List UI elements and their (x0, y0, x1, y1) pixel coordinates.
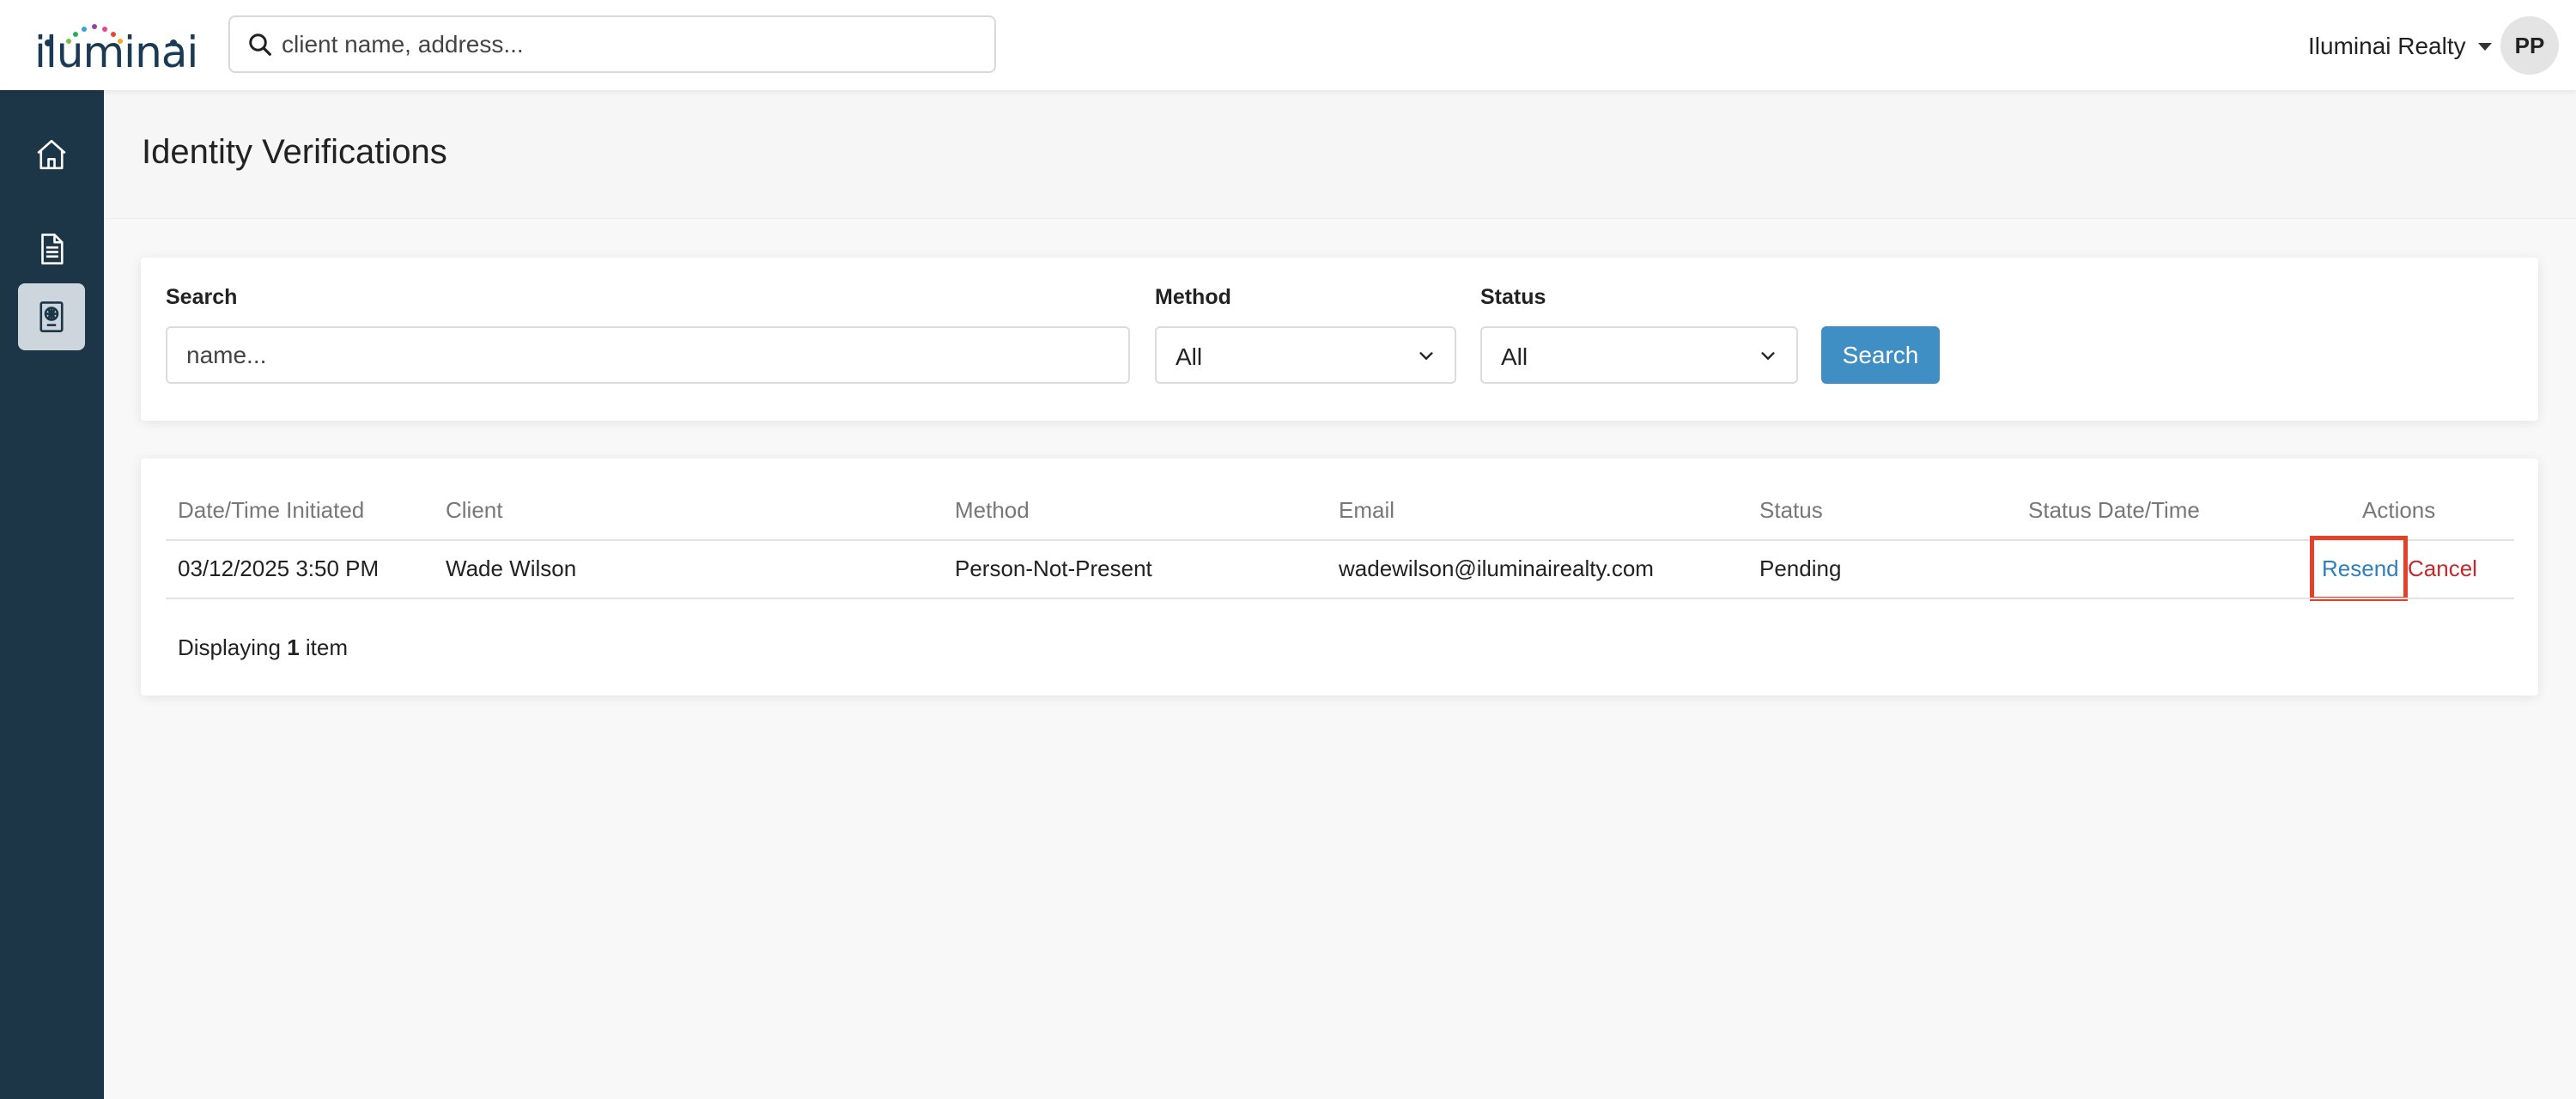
column-header-status[interactable]: Status (1759, 497, 1823, 524)
organization-name: Iluminai Realty (2308, 33, 2466, 59)
global-search-box[interactable] (228, 15, 996, 73)
cell-datetime-initiated: 03/12/2025 3:50 PM (178, 556, 380, 581)
search-icon (249, 33, 271, 56)
sidebar-item-identity-verifications[interactable] (18, 283, 85, 350)
organization-dropdown[interactable]: Iluminai Realty (2308, 29, 2492, 64)
resend-link[interactable]: Resend (2322, 556, 2399, 582)
column-header-datetime-initiated[interactable]: Date/Time Initiated (178, 497, 364, 524)
status-select[interactable]: All (1480, 326, 1798, 384)
column-header-actions: Actions (2362, 497, 2436, 523)
method-select[interactable]: All (1155, 326, 1456, 384)
sidebar (0, 90, 104, 1099)
logo-text: iluminai (34, 27, 198, 77)
item-count-suffix: item (305, 635, 349, 660)
search-label: Search (166, 285, 238, 309)
row-divider (166, 598, 2514, 599)
header-divider (166, 539, 2514, 541)
method-label: Method (1155, 285, 1231, 309)
status-label: Status (1480, 285, 1546, 309)
status-select-value: All (1501, 343, 1528, 370)
caret-down-icon (2477, 42, 2492, 51)
column-header-email[interactable]: Email (1339, 497, 1394, 524)
document-icon (41, 234, 64, 264)
search-button[interactable]: Search (1821, 326, 1940, 384)
method-select-value: All (1176, 343, 1203, 370)
cancel-link[interactable]: Cancel (2408, 556, 2477, 582)
iluminai-logo[interactable]: iluminai (34, 15, 198, 77)
item-count-number: 1 (287, 635, 300, 660)
cell-client: Wade Wilson (446, 556, 577, 581)
item-count-text: Displaying 1 item (178, 635, 348, 661)
filter-panel: Search Method All Status All Search (141, 258, 2538, 421)
sidebar-item-documents[interactable] (18, 216, 85, 282)
page-title: Identity Verifications (142, 133, 447, 171)
results-table: Date/Time Initiated Client Method Email … (141, 458, 2538, 695)
id-verification-icon (39, 301, 64, 332)
column-header-client[interactable]: Client (446, 497, 502, 524)
chevron-down-icon (1419, 352, 1433, 360)
name-search-input[interactable] (166, 326, 1130, 384)
sidebar-item-home[interactable] (18, 121, 85, 188)
home-icon (37, 139, 66, 170)
top-header: iluminai Iluminai Realty PP (0, 0, 2576, 90)
column-header-method[interactable]: Method (955, 497, 1030, 524)
column-header-status-datetime[interactable]: Status Date/Time (2028, 497, 2200, 524)
page-header: Identity Verifications (104, 90, 2576, 219)
global-search-input[interactable] (282, 24, 969, 65)
cell-method: Person-Not-Present (955, 556, 1152, 581)
user-avatar[interactable]: PP (2500, 16, 2559, 75)
item-count-prefix: Displaying (178, 635, 281, 660)
chevron-down-icon (1761, 352, 1775, 360)
cell-email: wadewilson@iluminairealty.com (1339, 556, 1654, 581)
cell-status: Pending (1759, 556, 1842, 581)
